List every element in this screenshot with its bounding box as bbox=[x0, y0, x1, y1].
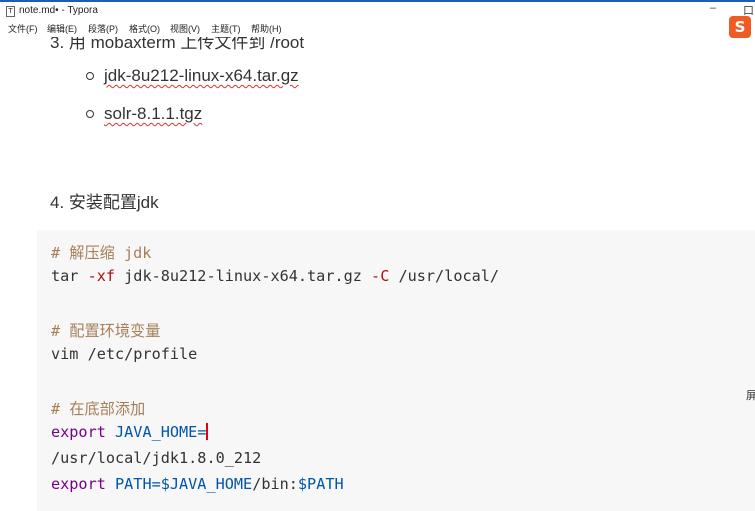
list-item: solr-8.1.1.tgz bbox=[104, 104, 203, 123]
code-line-tar: tar -xf jdk-8u212-linux-x64.tar.gz -C /u… bbox=[51, 267, 500, 285]
edge-partial-text: 屏 bbox=[746, 390, 755, 402]
list-item: jdk-8u212-linux-x64.tar.gz bbox=[104, 66, 299, 85]
menu-help[interactable]: 帮助(H) bbox=[251, 22, 282, 35]
menu-format[interactable]: 格式(O) bbox=[129, 22, 160, 35]
heading-4: 4. 安装配置jdk bbox=[50, 193, 159, 212]
menu-edit[interactable]: 编辑(E) bbox=[47, 22, 77, 35]
code-comment: # 配置环境变量 bbox=[51, 322, 161, 340]
menu-paragraph[interactable]: 段落(P) bbox=[88, 22, 118, 35]
ime-s-icon[interactable]: S bbox=[729, 16, 751, 38]
menu-theme[interactable]: 主题(T) bbox=[211, 22, 241, 35]
menu-view[interactable]: 视图(V) bbox=[170, 22, 200, 35]
code-line-jdk-path: /usr/local/jdk1.8.0_212 bbox=[51, 449, 262, 467]
list-bullet-icon bbox=[86, 72, 94, 80]
code-line-export-java-home: export JAVA_HOME= bbox=[51, 423, 208, 441]
code-line-export-path: export PATH=$JAVA_HOME/bin:$PATH bbox=[51, 475, 344, 493]
text-cursor bbox=[206, 423, 208, 440]
code-comment: # 在底部添加 bbox=[51, 400, 146, 418]
list-bullet-icon bbox=[86, 110, 94, 118]
code-comment: # 解压缩 jdk bbox=[51, 244, 152, 262]
menu-file[interactable]: 文件(F) bbox=[8, 22, 38, 35]
editor-area[interactable]: 3. 用 mobaxterm 上传文件到 /root jdk-8u212-lin… bbox=[0, 0, 755, 511]
code-line-vim: vim /etc/profile bbox=[51, 345, 198, 363]
